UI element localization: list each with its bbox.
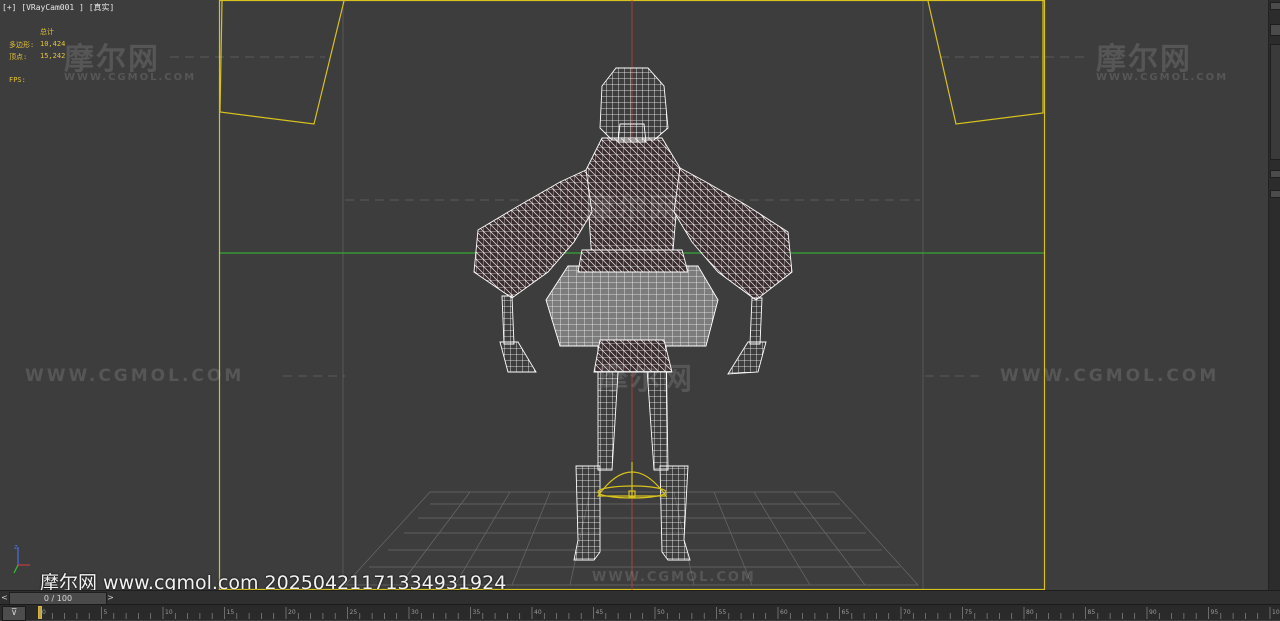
viewport-label[interactable]: [+] [VRayCam001 ] [真实] (2, 2, 114, 13)
ruler-tick-label: 30 (411, 609, 419, 616)
camera-frustum-right (927, 0, 1044, 125)
time-slider-bar[interactable]: < 0 / 100 > (0, 590, 1280, 605)
ruler-tick-label: 45 (596, 609, 604, 616)
viewport-scene: z (13, 0, 1085, 590)
watermark-logo: 摩尔网 (598, 362, 694, 397)
ruler-tick-label: 20 (288, 609, 296, 616)
perspective-viewport[interactable]: z [+] [VRayCam001 ] [真实] 总计 多边形: 10,424 … (0, 0, 1268, 590)
ruler-tick-label: 40 (534, 609, 542, 616)
stats-polys-value: 10,424 (40, 40, 66, 48)
ruler-tick-label: 50 (657, 609, 665, 616)
ruler-tick-label: 65 (842, 609, 850, 616)
command-panel-strip[interactable] (1268, 0, 1280, 590)
ruler-tick-label: 90 (1149, 609, 1157, 616)
track-ruler: 0 5 10 15 20 25 30 35 40 45 50 55 60 65 70 75 80 85 90 95 10… (39, 607, 1280, 619)
camera-frustum-left (219, 0, 345, 125)
ruler-tick-label: 70 (903, 609, 911, 616)
ruler-tick-label: 25 (350, 609, 358, 616)
ruler-tick-label: 95 (1211, 609, 1219, 616)
stats-fps-label: FPS: (9, 76, 26, 84)
panel-button[interactable] (1270, 24, 1280, 36)
watermark-sub: WWW.CGMOL.COM (1096, 72, 1229, 83)
panel-button[interactable] (1270, 190, 1280, 198)
ruler-tick-label: 10 (165, 609, 173, 616)
ruler-tick-label: 60 (780, 609, 788, 616)
stats-verts-label: 顶点: (9, 53, 28, 61)
ruler-tick-label: 35 (473, 609, 481, 616)
ruler-tick-label: 5 (104, 609, 108, 616)
stats-total-label: 总计 (40, 28, 54, 36)
svg-text:z: z (14, 543, 18, 551)
ruler-tick-label: 85 (1088, 609, 1096, 616)
ruler-tick-label: 80 (1026, 609, 1034, 616)
ruler-tick-label: 100 (1272, 609, 1280, 616)
watermark-sub: WWW.CGMOL.COM (592, 570, 756, 585)
panel-list[interactable] (1270, 44, 1280, 160)
ruler-tick-label: 0 (42, 609, 46, 616)
track-bar[interactable]: ⊽ 0 5 10 15 20 25 30 35 40 45 50 55 60 65 70 75 80 85 90 95… (0, 604, 1280, 621)
time-next-button[interactable]: > (106, 591, 115, 604)
xyz-axis-icon: z (13, 543, 30, 574)
time-prev-button[interactable]: < (0, 591, 9, 604)
panel-button[interactable] (1270, 170, 1280, 178)
panel-button[interactable] (1270, 2, 1280, 10)
stats-polys-label: 多边形: (9, 41, 35, 49)
watermark-url: WWW.CGMOL.COM (25, 366, 245, 386)
ruler-tick-label: 55 (719, 609, 727, 616)
stats-verts-value: 15,242 (40, 52, 66, 60)
ruler-tick-label: 75 (965, 609, 973, 616)
watermark-logo: 摩尔网 (585, 192, 681, 227)
watermark-url: WWW.CGMOL.COM (1000, 366, 1220, 386)
ruler-tick-label: 15 (227, 609, 235, 616)
watermark-sub: WWW.CGMOL.COM (64, 72, 197, 83)
